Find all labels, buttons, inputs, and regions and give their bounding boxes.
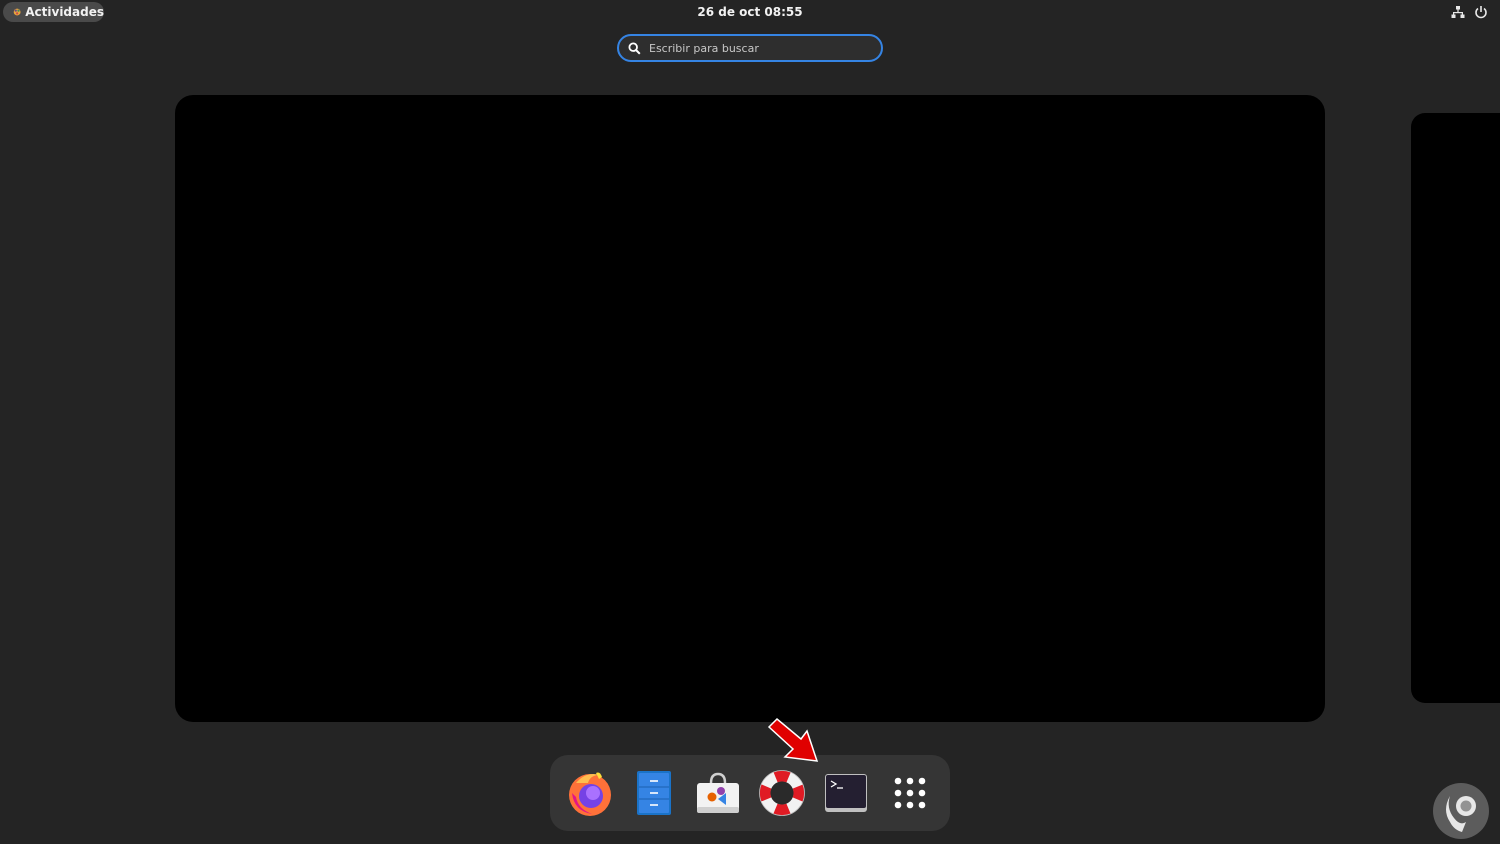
workspace-thumbnail-current[interactable] — [175, 95, 1325, 722]
watermark-logo-icon — [1433, 783, 1489, 839]
activities-button[interactable]: Actividades — [3, 2, 104, 22]
gnome-logo-icon — [13, 8, 21, 16]
app-grid-icon — [894, 777, 926, 809]
dock-item-firefox[interactable] — [565, 768, 615, 818]
activities-label: Actividades — [25, 5, 104, 19]
clock-label[interactable]: 26 de oct 08:55 — [697, 5, 802, 19]
workspace-thumbnail-next[interactable] — [1411, 113, 1500, 703]
power-icon[interactable] — [1474, 5, 1488, 19]
search-entry[interactable] — [617, 34, 883, 62]
dock-item-show-apps[interactable] — [885, 768, 935, 818]
network-wired-icon[interactable] — [1451, 5, 1465, 19]
terminal-icon — [825, 774, 867, 812]
files-icon — [637, 771, 671, 815]
help-lifebuoy-icon — [759, 770, 805, 816]
software-store-icon — [697, 772, 739, 813]
search-icon — [628, 41, 641, 55]
dock-item-files[interactable] — [629, 768, 679, 818]
annotation-arrow-icon — [767, 717, 819, 762]
firefox-icon — [569, 772, 611, 816]
dock-item-terminal[interactable] — [821, 768, 871, 818]
dock — [550, 755, 950, 831]
dock-item-software[interactable] — [693, 768, 743, 818]
dock-item-help[interactable] — [757, 768, 807, 818]
top-bar: Actividades 26 de oct 08:55 — [0, 0, 1500, 24]
search-input[interactable] — [649, 41, 869, 55]
